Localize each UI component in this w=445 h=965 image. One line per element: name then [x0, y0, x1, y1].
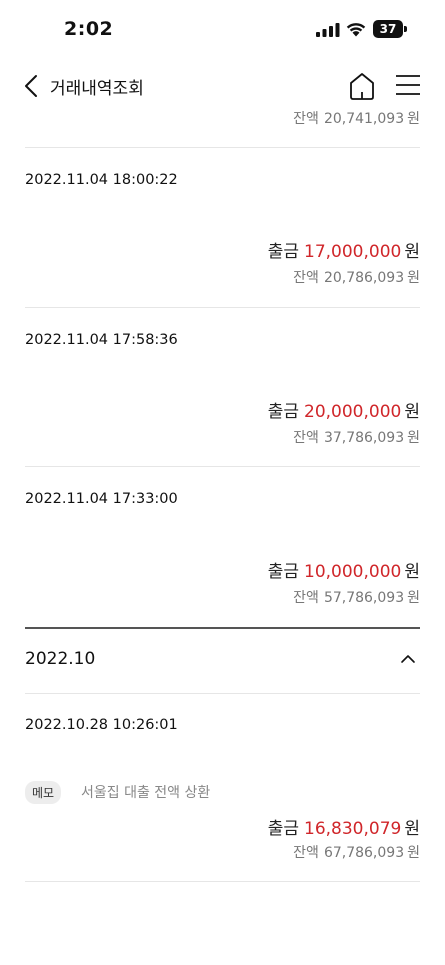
- balance-label: 잔액: [293, 845, 319, 861]
- transaction-datetime: 2022.10.28 10:26:01: [25, 717, 178, 733]
- balance-value: 67,786,093: [323, 845, 405, 861]
- divider: [25, 307, 420, 308]
- battery-indicator: 37: [373, 20, 407, 38]
- month-section-header[interactable]: 2022.10: [25, 645, 420, 675]
- divider: [25, 881, 420, 882]
- amount-row: 출금 16,830,079 원: [268, 814, 420, 839]
- hamburger-menu-icon[interactable]: [394, 72, 422, 98]
- list-item[interactable]: 2022.11.04 18:00:22 출금 17,000,000 원 잔액 20,7…: [25, 172, 420, 292]
- balance-row: 잔액 57,786,093 원: [293, 587, 420, 607]
- transaction-datetime: 2022.11.04 17:58:36: [25, 332, 178, 348]
- memo-text: 서울집 대출 전액 상환: [81, 785, 211, 801]
- transaction-datetime: 2022.11.04 17:33:00: [25, 491, 178, 507]
- nav-bar: 거래내역조회: [0, 64, 445, 110]
- list-item[interactable]: 2022.10.28 10:26:01 메모 서울집 대출 전액 상환 출금 16…: [25, 717, 420, 867]
- transaction-amount: 10,000,000: [304, 562, 402, 582]
- chevron-left-icon[interactable]: [20, 72, 44, 100]
- amount-row: 출금 20,000,000 원: [268, 397, 420, 422]
- partial-list-item: 잔액 20,741,093 원: [25, 106, 420, 130]
- transaction-amount: 20,000,000: [304, 402, 402, 422]
- amount-row: 출금 17,000,000 원: [268, 237, 420, 262]
- balance-label: 잔액: [293, 111, 319, 127]
- balance-unit: 원: [407, 430, 420, 446]
- balance-row: 잔액 37,786,093 원: [293, 427, 420, 447]
- balance-label: 잔액: [293, 590, 319, 606]
- memo-badge: 메모: [25, 781, 62, 804]
- balance-value: 20,786,093: [323, 270, 405, 286]
- status-bar: 2:02 37: [0, 0, 445, 60]
- balance-row: 잔액 20,786,093 원: [293, 267, 420, 287]
- balance-unit: 원: [407, 845, 420, 861]
- amount-unit: 원: [404, 819, 420, 839]
- transaction-type: 출금: [267, 242, 300, 262]
- transaction-amount: 17,000,000: [304, 242, 402, 262]
- balance-value: 37,786,093: [323, 430, 405, 446]
- battery-level: 37: [373, 20, 403, 38]
- divider: [25, 147, 420, 148]
- home-icon[interactable]: [347, 70, 377, 102]
- divider: [25, 466, 420, 467]
- balance-unit: 원: [407, 111, 420, 127]
- transaction-type: 출금: [267, 562, 300, 582]
- status-time: 2:02: [64, 18, 114, 40]
- balance-row: 잔액 67,786,093 원: [293, 842, 420, 862]
- divider: [25, 693, 420, 694]
- signal-icon: [316, 23, 340, 37]
- page-title: 거래내역조회: [50, 79, 144, 99]
- list-item[interactable]: 2022.11.04 17:33:00 출금 10,000,000 원 잔액 57,7…: [25, 491, 420, 611]
- transaction-datetime: 2022.11.04 18:00:22: [25, 172, 178, 188]
- transaction-amount: 16,830,079: [304, 819, 402, 839]
- amount-unit: 원: [404, 562, 420, 582]
- month-label: 2022.10: [25, 649, 96, 669]
- balance-value: 20,741,093: [323, 111, 405, 127]
- transaction-type: 출금: [267, 819, 300, 839]
- list-item[interactable]: 2022.11.04 17:58:36 출금 20,000,000 원 잔액 37,7…: [25, 332, 420, 452]
- transaction-type: 출금: [267, 402, 300, 422]
- balance-label: 잔액: [293, 270, 319, 286]
- balance-unit: 원: [407, 270, 420, 286]
- balance-label: 잔액: [293, 430, 319, 446]
- amount-unit: 원: [404, 402, 420, 422]
- wifi-icon: [346, 23, 366, 37]
- chevron-up-icon[interactable]: [400, 653, 416, 665]
- month-divider: [25, 627, 420, 629]
- amount-row: 출금 10,000,000 원: [268, 557, 420, 582]
- battery-tip: [404, 26, 407, 32]
- balance-value: 57,786,093: [323, 590, 405, 606]
- amount-unit: 원: [404, 242, 420, 262]
- balance-unit: 원: [407, 590, 420, 606]
- balance-row: 잔액 20,741,093 원: [293, 108, 420, 128]
